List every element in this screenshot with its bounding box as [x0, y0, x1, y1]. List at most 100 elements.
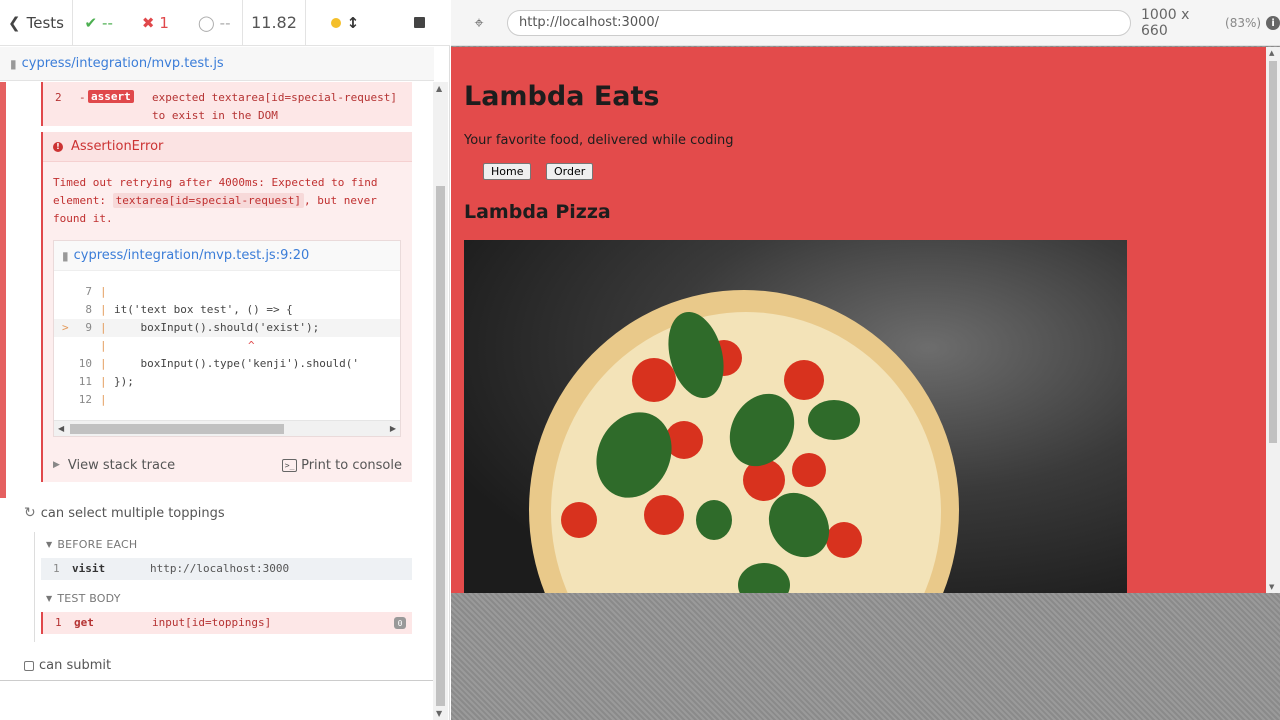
scroll-left-icon[interactable]: ◀	[58, 424, 64, 433]
app-under-test: Lambda Eats Your favorite food, delivere…	[451, 47, 1266, 593]
test-title: can submit	[39, 658, 112, 673]
reporter-vscrollbar[interactable]: ▲ ▼	[433, 82, 448, 720]
file-icon: ▮	[10, 56, 17, 71]
pizza-image	[464, 240, 1127, 593]
command-message-line2: to exist in the DOM	[152, 109, 278, 122]
line-number: 7	[85, 285, 92, 298]
pizza-illustration	[529, 290, 959, 593]
hook-before-each[interactable]: ▼ BEFORE EACH	[46, 538, 137, 551]
line-number: 10	[78, 357, 92, 370]
line-number: 9	[85, 321, 92, 334]
test-can-select-toppings[interactable]: ↻ can select multiple toppings	[24, 505, 225, 521]
command-row-assert[interactable]: 2 - assert expected textarea[id=special-…	[41, 82, 412, 126]
command-name: visit	[72, 562, 106, 575]
tree-line	[34, 532, 35, 642]
command-message: http://localhost:3000	[150, 562, 290, 575]
line-pipe: |	[100, 303, 107, 316]
test-stats: ✔ -- ✖ 1 ◯ --	[73, 0, 243, 45]
line-number: 12	[78, 393, 92, 406]
print-to-console-button[interactable]: >_ Print to console	[282, 458, 402, 473]
view-stack-trace-toggle[interactable]: ▶ View stack trace	[53, 458, 175, 473]
error-footer: ▶ View stack trace >_ Print to console	[43, 448, 412, 482]
code-line: 7 |	[54, 283, 400, 301]
caret-right-icon: ▶	[53, 460, 60, 470]
code-frame-hscrollbar[interactable]: ◀ ▶	[54, 420, 400, 436]
test-can-submit[interactable]: can submit	[24, 658, 111, 673]
scroll-thumb[interactable]	[70, 424, 284, 434]
command-number: 2	[55, 91, 62, 104]
cypress-runner: ❮ Tests ✔ -- ✖ 1 ◯ -- 11.82 ↕ ▮ cypress/int…	[0, 0, 1280, 720]
info-icon[interactable]: i	[1266, 16, 1280, 30]
pending-count: --	[219, 13, 231, 32]
aut-panel: ⌖ http://localhost:3000/ 1000 x 660 (83%…	[451, 0, 1280, 720]
divider	[0, 680, 433, 681]
code-frame-file-link[interactable]: cypress/integration/mvp.test.js:9:20	[74, 248, 310, 263]
url-bar: ⌖ http://localhost:3000/ 1000 x 660 (83%…	[451, 0, 1280, 46]
scroll-down-icon[interactable]: ▼	[436, 709, 442, 718]
error-message-pre: element:	[53, 194, 113, 207]
view-stack-label: View stack trace	[67, 457, 176, 473]
passed-stat: ✔ --	[84, 14, 112, 32]
print-console-label: Print to console	[301, 457, 402, 473]
code-line: 11 |});	[54, 373, 400, 391]
error-message-line2: element: textarea[id=special-request], b…	[53, 192, 403, 210]
code-line-highlighted: >9 | boxInput().should('exist');	[54, 319, 400, 337]
app-vscrollbar[interactable]: ▲ ▼	[1266, 47, 1280, 593]
reporter-header: ❮ Tests ✔ -- ✖ 1 ◯ -- 11.82 ↕	[0, 0, 450, 46]
reporter-panel: ❮ Tests ✔ -- ✖ 1 ◯ -- 11.82 ↕ ▮ cypress/int…	[0, 0, 450, 720]
failed-test-indicator	[0, 82, 6, 498]
error-message: Timed out retrying after 4000ms: Expecte…	[53, 174, 403, 228]
failed-count: 1	[159, 13, 169, 32]
command-number: 1	[53, 562, 60, 575]
viewport-scale: (83%)	[1225, 16, 1262, 30]
code-line: 12 |	[54, 391, 400, 409]
command-message: input[id=toppings]	[152, 616, 272, 629]
scroll-thumb[interactable]	[1269, 61, 1277, 443]
file-icon: ▮	[62, 248, 69, 263]
home-button[interactable]: Home	[483, 163, 532, 180]
code-line: 10 | boxInput().type('kenji').should('	[54, 355, 400, 373]
line-code: it('text box test', () => {	[114, 303, 293, 316]
viewport-info: 1000 x 660 (83%) i	[1141, 0, 1280, 46]
line-pipe: |	[100, 339, 107, 352]
selector-playground-icon[interactable]: ⌖	[451, 13, 507, 33]
code-frame: ▮ cypress/integration/mvp.test.js:9:20 7…	[53, 240, 401, 437]
assert-badge: assert	[88, 90, 134, 103]
check-icon: ✔	[84, 13, 98, 32]
command-row-get[interactable]: 1 get input[id=toppings] 0	[41, 612, 412, 634]
line-pipe: |	[100, 393, 107, 406]
section-title: Lambda Pizza	[464, 201, 611, 223]
error-selector: textarea[id=special-request]	[112, 193, 305, 208]
scroll-up-icon[interactable]: ▲	[436, 84, 442, 93]
tests-label: Tests	[26, 13, 64, 32]
scroll-up-icon[interactable]: ▲	[1269, 49, 1274, 57]
error-panel: ! AssertionError Timed out retrying afte…	[41, 132, 412, 482]
command-row-visit[interactable]: 1 visit http://localhost:3000	[41, 558, 412, 580]
order-button[interactable]: Order	[546, 163, 594, 180]
refresh-icon: ↻	[24, 505, 36, 521]
error-caret: ^	[248, 339, 255, 352]
command-name: get	[74, 616, 94, 629]
spec-path-link[interactable]: cypress/integration/mvp.test.js	[22, 56, 224, 71]
line-code: });	[114, 375, 134, 388]
command-message-line1: expected textarea[id=special-request]	[152, 91, 398, 104]
command-log: 2 - assert expected textarea[id=special-…	[0, 82, 433, 682]
stop-icon[interactable]	[414, 17, 426, 28]
error-message-line1: Timed out retrying after 4000ms: Expecte…	[53, 176, 378, 189]
app-title: Lambda Eats	[464, 81, 660, 112]
scroll-thumb[interactable]	[436, 186, 445, 706]
tests-back-button[interactable]: ❮ Tests	[0, 0, 73, 45]
element-count-badge: 0	[394, 617, 406, 629]
code-frame-lines: 7 | 8 | it('text box test', () => { >9 | box…	[54, 283, 400, 409]
hook-test-body[interactable]: ▼ TEST BODY	[46, 592, 121, 605]
error-message-post: , but never	[304, 194, 377, 207]
error-header: ! AssertionError	[43, 132, 412, 162]
app-tagline: Your favorite food, delivered while codi…	[464, 133, 734, 148]
passed-count: --	[102, 13, 113, 32]
line-code: boxInput().type('kenji').should('	[114, 357, 360, 370]
autoscroll-toggle[interactable]: ↕	[330, 14, 359, 32]
url-input[interactable]: http://localhost:3000/	[507, 10, 1131, 36]
scroll-right-icon[interactable]: ▶	[390, 424, 396, 433]
scroll-down-icon[interactable]: ▼	[1269, 583, 1274, 591]
line-code: boxInput().should('exist');	[114, 321, 320, 334]
